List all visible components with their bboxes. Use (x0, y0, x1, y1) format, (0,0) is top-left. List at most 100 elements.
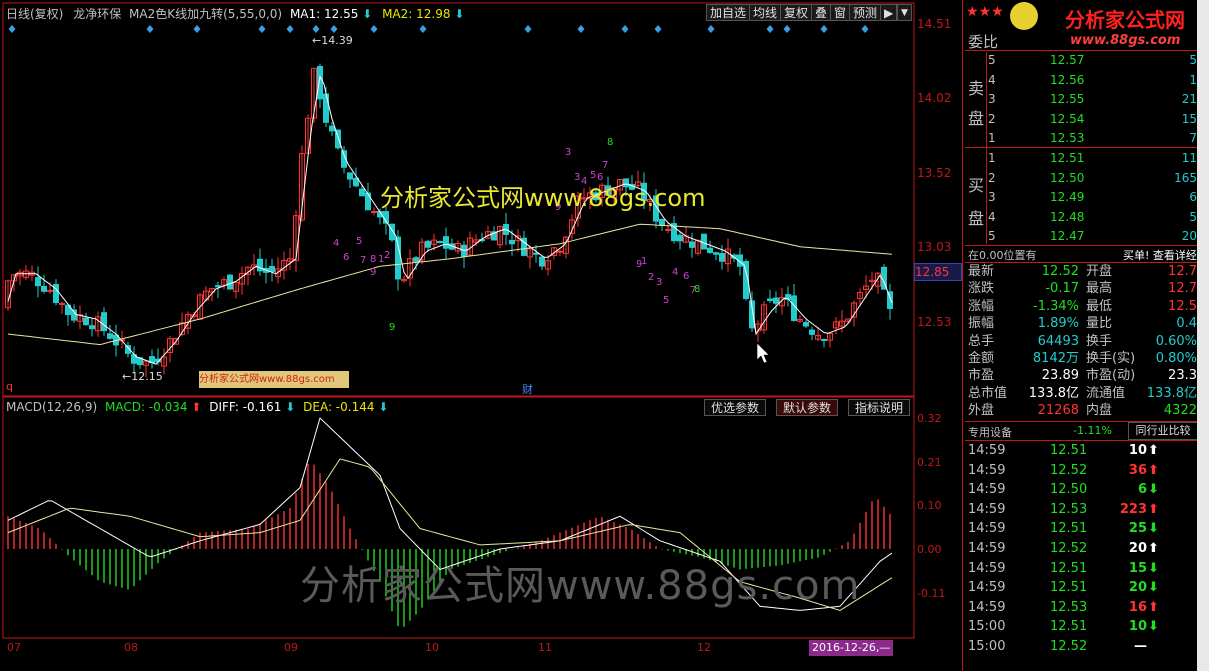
nine-turn-label: 3 (656, 277, 662, 288)
nine-turn-label: 8 (694, 284, 700, 295)
candle-body (323, 93, 329, 123)
candle-body (47, 289, 53, 292)
stat-label: 总市值 (968, 385, 1008, 401)
diff-value: DIFF: -0.161 (209, 400, 282, 414)
buy-row[interactable]: 3 12.49 6 (968, 188, 1197, 207)
order-volume: 15 (1181, 111, 1197, 126)
candle-body (107, 333, 113, 339)
add-watchlist-button[interactable]: 加自选 (706, 4, 751, 21)
logo-url: www.88gs.com (1070, 33, 1181, 48)
x-label-07: 07 (7, 641, 21, 654)
stat-value: -1.34% (1033, 298, 1079, 314)
tick-price: 12.51 (1050, 443, 1088, 458)
tick-volume: 10 (1128, 443, 1147, 458)
tick-price: 12.53 (1050, 599, 1088, 615)
tick-time: 14:59 (968, 599, 1006, 615)
industry-label[interactable]: 专用设备 (968, 424, 1012, 440)
buy-row[interactable]: 4 12.48 5 (968, 208, 1197, 227)
tick-price: 12.51 (1050, 580, 1088, 596)
tick-time: 14:59 (968, 462, 1006, 478)
nine-turn-label: 7 (360, 255, 366, 266)
level-number: 1 (988, 151, 996, 165)
tick-row: 14:59 12.51 20 ⬇ (968, 578, 1197, 597)
nine-turn-label: 4 (333, 238, 339, 249)
order-price: 12.49 (1050, 190, 1085, 205)
indicator-name[interactable]: MA2色K线加九转(5,55,0,0) (129, 7, 282, 21)
candle-body (659, 219, 665, 226)
stat-label: 内盘 (1086, 403, 1113, 419)
level-number: 2 (988, 111, 996, 126)
industry-compare-button[interactable]: 同行业比较 (1128, 422, 1198, 440)
candle-body (443, 236, 449, 249)
overlay-button[interactable]: 叠 (811, 4, 832, 21)
nine-turn-label: 6 (343, 252, 349, 263)
candle-body (413, 257, 419, 262)
diamond-marker (8, 25, 16, 33)
tick-row: 15:00 12.52 — (968, 637, 1197, 656)
order-volume: 165 (1174, 170, 1197, 185)
forecast-button[interactable]: 预测 (849, 4, 882, 21)
divider (965, 245, 1197, 246)
dea-arrow-icon: ⬇ (378, 400, 389, 414)
cursor-date: 2016-12-26,— (809, 640, 894, 656)
nine-turn-label: 5 (356, 236, 362, 247)
sell-row[interactable]: 2 12.54 15 (968, 110, 1197, 129)
level-number: 1 (988, 131, 996, 146)
order-volume: 20 (1181, 229, 1197, 244)
up-arrow-icon: ⬆ (1148, 501, 1159, 517)
price-tick-3: 13.52 (917, 166, 952, 180)
stat-value: 12.52 (1041, 264, 1079, 279)
play-icon[interactable]: ▶ (880, 4, 897, 21)
ma-button[interactable]: 均线 (749, 4, 782, 21)
up-arrow-icon: ⬆ (1148, 599, 1159, 615)
stat-label: 最高 (1086, 281, 1113, 297)
sell-row[interactable]: 4 12.56 1 (968, 71, 1197, 90)
candle-body (821, 339, 827, 342)
adjust-button[interactable]: 复权 (780, 4, 813, 21)
nine-turn-label: 7 (602, 160, 608, 171)
buy-order-link[interactable]: 买单! 查看详经 (1123, 247, 1197, 263)
candle-body (215, 285, 221, 288)
nine-turn-label: 6 (683, 271, 689, 282)
stat-row: 最新 12.52 开盘 12.7 (968, 263, 1197, 280)
industry-change: -1.11% (1073, 424, 1112, 437)
candle-body (35, 277, 41, 287)
order-price: 12.56 (1050, 72, 1085, 87)
candle-body (533, 252, 539, 255)
position-text: 在0.00位置有 (968, 249, 1037, 262)
order-volume: 1 (1189, 72, 1197, 87)
stat-row: 涨幅 -1.34% 最低 12.5 (968, 298, 1197, 315)
candle-body (713, 252, 719, 255)
candle-body (353, 177, 359, 187)
sell-row[interactable]: 5 12.57 5 (968, 51, 1197, 70)
buy-row[interactable]: 2 12.50 165 (968, 169, 1197, 188)
stat-label: 金额 (968, 351, 995, 366)
indicator-help-button[interactable]: 指标说明 (848, 399, 911, 416)
stat-value: 0.80% (1155, 351, 1197, 366)
macd-tick-4: 0.00 (917, 543, 942, 556)
diamond-marker (193, 25, 201, 33)
low-note: ←12.15 (122, 370, 163, 383)
diamond-marker (419, 25, 427, 33)
down-arrow-icon: ⬇ (1148, 521, 1159, 537)
default-params-button[interactable]: 默认参数 (776, 399, 839, 416)
stat-label: 最新 (968, 264, 995, 279)
window-button[interactable]: 窗 (830, 4, 851, 21)
period-label[interactable]: 日线(复权) (6, 7, 63, 21)
tick-volume: 223 (1119, 501, 1147, 517)
candle-body (317, 65, 323, 100)
nine-turn-label: 2 (648, 272, 654, 283)
macd-title[interactable]: MACD(12,26,9) (6, 400, 97, 414)
level-number: 5 (988, 229, 996, 244)
candle-body (425, 240, 431, 248)
sell-row[interactable]: 3 12.55 21 (968, 90, 1197, 109)
down-arrow-icon: ⬇ (1148, 580, 1159, 596)
buy-row[interactable]: 5 12.47 20 (968, 227, 1197, 246)
nine-turn-label: 3 (565, 147, 571, 158)
finance-marker[interactable]: 财 (522, 381, 533, 397)
sell-row[interactable]: 1 12.53 7 (968, 129, 1197, 148)
optimize-params-button[interactable]: 优选参数 (704, 399, 767, 416)
buy-row[interactable]: 1 12.51 11 (968, 149, 1197, 168)
dropdown-icon[interactable]: ▼ (897, 4, 912, 21)
stat-label: 涨跌 (968, 281, 995, 297)
